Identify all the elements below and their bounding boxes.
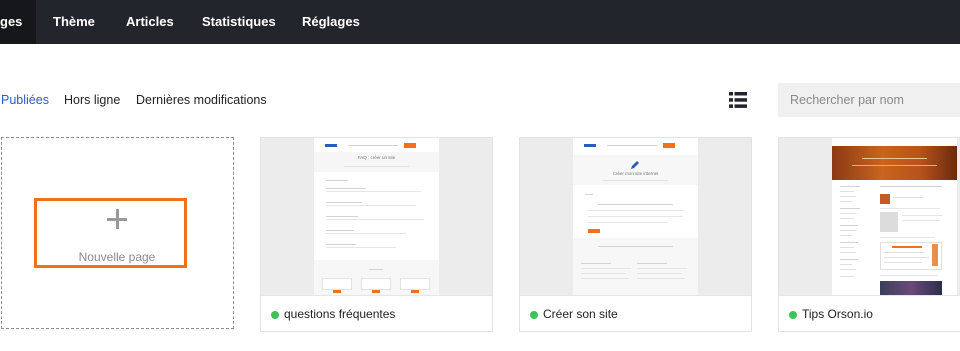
thumb-heading: Créer mon site internet bbox=[612, 171, 659, 176]
pencil-icon bbox=[631, 161, 639, 169]
page-card[interactable]: Créer mon site internet Créer son site bbox=[519, 137, 752, 332]
card-footer: questions fréquentes bbox=[261, 295, 492, 331]
page-title[interactable]: questions fréquentes bbox=[284, 307, 395, 321]
nav-item-theme[interactable]: Thème bbox=[53, 0, 95, 44]
page-card[interactable]: FAQ : créer un site questions fréquentes bbox=[260, 137, 493, 332]
filter-offline[interactable]: Hors ligne bbox=[64, 93, 120, 107]
page-thumbnail[interactable]: Créer mon site internet bbox=[520, 138, 751, 295]
card-footer: Tips Orson.io bbox=[779, 295, 960, 331]
search-input[interactable] bbox=[778, 83, 960, 117]
nav-item-pages[interactable]: ges bbox=[0, 0, 36, 44]
status-online-icon bbox=[271, 311, 279, 319]
filter-published[interactable]: Publiées bbox=[1, 93, 49, 107]
page-card[interactable]: Tips Orson.io bbox=[778, 137, 960, 332]
top-nav: ges Thème Articles Statistiques Réglages bbox=[0, 0, 960, 44]
nav-item-settings[interactable]: Réglages bbox=[302, 0, 360, 44]
status-online-icon bbox=[789, 311, 797, 319]
list-icon[interactable] bbox=[729, 92, 747, 108]
status-online-icon bbox=[530, 311, 538, 319]
nav-item-statistics[interactable]: Statistiques bbox=[202, 0, 276, 44]
plus-icon bbox=[107, 209, 127, 229]
page-thumbnail[interactable] bbox=[779, 138, 960, 295]
page-thumbnail[interactable]: FAQ : créer un site bbox=[261, 138, 492, 295]
card-footer: Créer son site bbox=[520, 295, 751, 331]
nav-item-articles[interactable]: Articles bbox=[126, 0, 174, 44]
filter-last-modified[interactable]: Dernières modifications bbox=[136, 93, 267, 107]
new-page-label: Nouvelle page bbox=[78, 250, 156, 264]
page-title[interactable]: Tips Orson.io bbox=[802, 307, 873, 321]
page-title[interactable]: Créer son site bbox=[543, 307, 618, 321]
thumb-heading: FAQ : créer un site bbox=[357, 155, 396, 160]
